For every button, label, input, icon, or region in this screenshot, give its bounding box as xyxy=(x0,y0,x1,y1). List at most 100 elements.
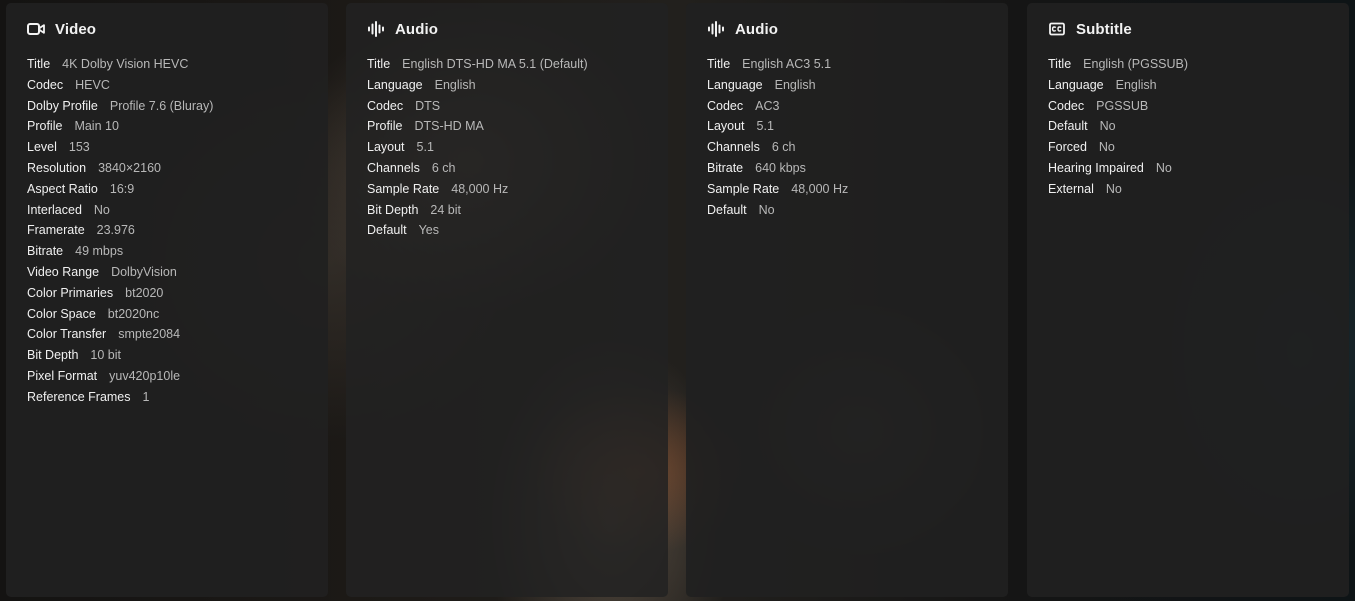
video-camera-icon xyxy=(27,21,45,37)
video-stream-panel: Video Title 4K Dolby Vision HEVC Codec HEVC… xyxy=(6,3,328,597)
property-label: Title xyxy=(27,57,51,71)
property-row: Color Primaries bt2020 xyxy=(27,283,308,304)
panel-header: Video xyxy=(27,20,308,38)
property-row: Bitrate 640 kbps xyxy=(707,158,988,179)
property-value: DolbyVision xyxy=(111,264,177,279)
property-label: Hearing Impaired xyxy=(1048,160,1144,175)
property-row: Reference Frames 1 xyxy=(27,387,308,408)
property-value: English xyxy=(774,77,816,92)
property-value: 640 kbps xyxy=(755,160,806,175)
property-value: 5.1 xyxy=(416,140,434,155)
property-value: No xyxy=(758,202,775,217)
property-row: Aspect Ratio 16:9 xyxy=(27,179,308,200)
property-row: Layout 5.1 xyxy=(367,137,648,158)
property-value: 5.1 xyxy=(756,119,774,134)
property-value: No xyxy=(93,202,110,217)
property-value: 16:9 xyxy=(109,181,135,196)
property-label: Dolby Profile xyxy=(27,98,98,113)
property-value: 24 bit xyxy=(430,202,462,217)
property-row: Color Transfer smpte2084 xyxy=(27,324,308,345)
panel-title: Subtitle xyxy=(1076,20,1132,38)
property-label: Video Range xyxy=(27,264,100,279)
property-label: Pixel Format xyxy=(27,368,98,383)
property-row: Level 153 xyxy=(27,137,308,158)
property-value: No xyxy=(1098,140,1115,155)
property-value: DTS xyxy=(415,98,441,113)
property-label: Title xyxy=(707,57,731,71)
property-value: DTS-HD MA xyxy=(414,119,484,134)
property-value: 48,000 Hz xyxy=(791,181,849,196)
property-row: Video Range DolbyVision xyxy=(27,262,308,283)
property-row: Default Yes xyxy=(367,220,648,241)
property-value: No xyxy=(1155,160,1172,175)
property-value: 153 xyxy=(68,140,90,155)
property-row: Sample Rate 48,000 Hz xyxy=(367,179,648,200)
property-row: Codec HEVC xyxy=(27,75,308,96)
property-label: Layout xyxy=(367,140,405,155)
property-row: Forced No xyxy=(1048,137,1329,158)
property-row: Default No xyxy=(707,200,988,221)
property-label: Framerate xyxy=(27,223,85,238)
property-row: Codec DTS xyxy=(367,96,648,117)
property-row: Channels 6 ch xyxy=(367,158,648,179)
property-value: bt2020nc xyxy=(107,306,160,321)
property-label: Profile xyxy=(27,119,63,134)
property-value: 6 ch xyxy=(431,160,456,175)
property-value: Main 10 xyxy=(74,119,119,134)
property-value: 4K Dolby Vision HEVC xyxy=(62,57,189,71)
property-value: 48,000 Hz xyxy=(451,181,509,196)
property-row: Color Space bt2020nc xyxy=(27,304,308,325)
property-label: Bitrate xyxy=(707,160,744,175)
audio-stream-panel-1: Audio Title English DTS-HD MA 5.1 (Defaul… xyxy=(346,3,668,597)
property-value: 23.976 xyxy=(96,223,135,238)
property-row: Framerate 23.976 xyxy=(27,220,308,241)
property-value: Profile 7.6 (Bluray) xyxy=(109,98,214,113)
property-label: Level xyxy=(27,140,57,155)
property-label: Default xyxy=(367,223,407,238)
property-value: PGSSUB xyxy=(1096,98,1149,113)
audio-waveform-icon xyxy=(367,21,385,37)
property-label: Resolution xyxy=(27,160,87,175)
property-row: Title 4K Dolby Vision HEVC xyxy=(27,54,308,75)
panel-title: Video xyxy=(55,20,97,38)
property-label: Codec xyxy=(27,77,64,92)
property-label: Codec xyxy=(367,98,404,113)
property-label: Layout xyxy=(707,119,745,134)
property-value: No xyxy=(1105,181,1122,196)
property-row: Title English AC3 5.1 xyxy=(707,54,988,75)
property-row: Profile Main 10 xyxy=(27,116,308,137)
property-label: Color Space xyxy=(27,306,96,321)
subtitle-stream-panel: Subtitle Title English (PGSSUB) Language En… xyxy=(1027,3,1349,597)
property-value: English (PGSSUB) xyxy=(1083,57,1189,71)
property-label: Bit Depth xyxy=(27,348,79,363)
property-row: Codec AC3 xyxy=(707,96,988,117)
property-row: Codec PGSSUB xyxy=(1048,96,1329,117)
property-label: Interlaced xyxy=(27,202,82,217)
property-label: Channels xyxy=(367,160,420,175)
property-value: English DTS-HD MA 5.1 (Default) xyxy=(402,57,588,71)
property-label: Codec xyxy=(1048,98,1085,113)
property-label: Sample Rate xyxy=(707,181,780,196)
property-row: Bit Depth 10 bit xyxy=(27,345,308,366)
property-label: Channels xyxy=(707,140,760,155)
property-row: Sample Rate 48,000 Hz xyxy=(707,179,988,200)
stream-properties: Title English AC3 5.1 Language English Codec… xyxy=(707,54,988,220)
property-row: Resolution 3840×2160 xyxy=(27,158,308,179)
property-row: Bit Depth 24 bit xyxy=(367,200,648,221)
property-value: 49 mbps xyxy=(75,244,124,259)
property-value: 6 ch xyxy=(771,140,796,155)
property-label: Profile xyxy=(367,119,403,134)
property-row: Layout 5.1 xyxy=(707,116,988,137)
property-row: Language English xyxy=(367,75,648,96)
property-value: 3840×2160 xyxy=(98,160,161,175)
property-value: yuv420p10le xyxy=(109,368,181,383)
stream-properties: Title English (PGSSUB) Language English Code… xyxy=(1048,54,1329,200)
property-row: Pixel Format yuv420p10le xyxy=(27,366,308,387)
property-value: bt2020 xyxy=(125,285,164,300)
property-label: Language xyxy=(707,77,763,92)
property-label: Language xyxy=(367,77,423,92)
property-row: Channels 6 ch xyxy=(707,137,988,158)
audio-waveform-icon xyxy=(707,21,725,37)
property-label: Bit Depth xyxy=(367,202,419,217)
property-label: Color Transfer xyxy=(27,327,107,342)
